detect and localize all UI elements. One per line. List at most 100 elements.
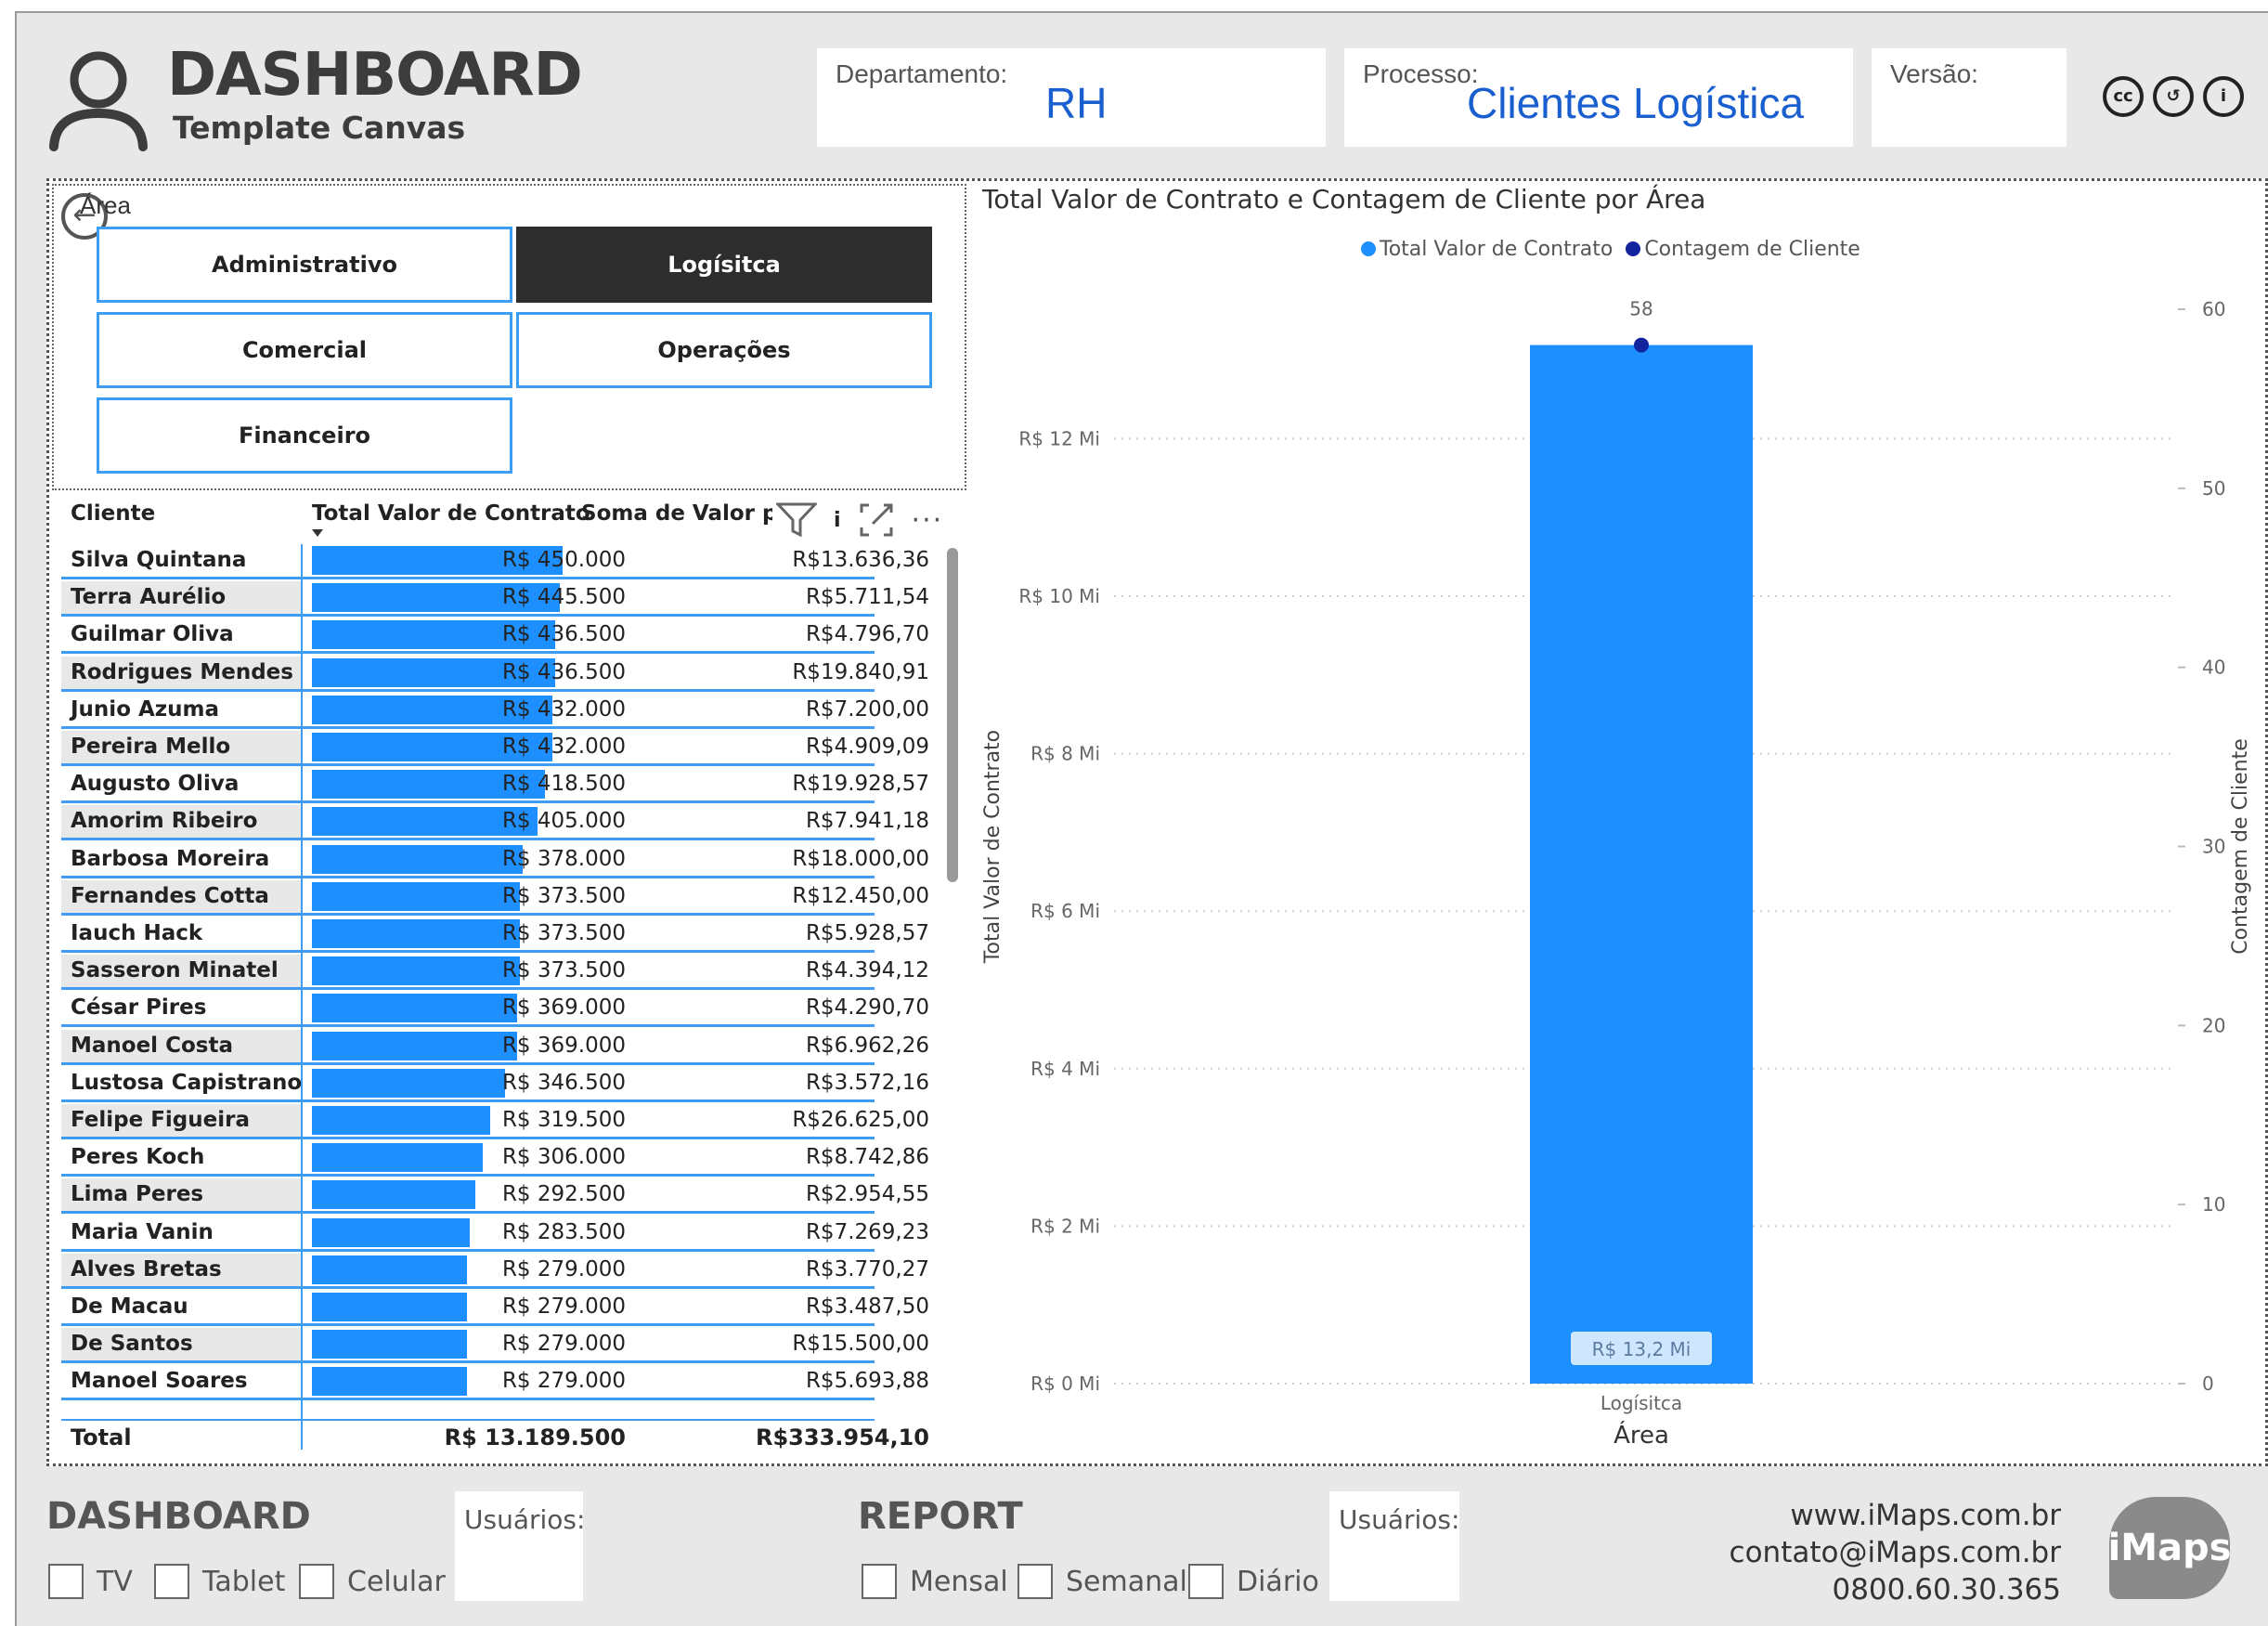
y2-tick-label: 10 [2202, 1193, 2225, 1216]
checkbox-tv[interactable]: TV [48, 1564, 133, 1599]
table-row[interactable]: Maria Vanin R$ 283.500 R$7.269,23 [61, 1216, 929, 1252]
table-row[interactable]: De Macau R$ 279.000 R$3.487,50 [61, 1291, 929, 1326]
table-row[interactable]: Manoel Soares R$ 279.000 R$5.693,88 [61, 1365, 929, 1401]
point-contagem [1634, 337, 1649, 353]
footer-dashboard-title: DASHBOARD [46, 1495, 311, 1538]
checkbox-box[interactable] [862, 1564, 897, 1599]
department-field[interactable]: Departamento: RH [817, 48, 1326, 147]
cell-cliente: Rodrigues Mendes [71, 659, 293, 684]
cell-valor: R$4.394,12 [805, 958, 929, 983]
cell-contrato: R$ 283.500 [501, 1219, 626, 1244]
table-row[interactable]: Rodrigues Mendes R$ 436.500 R$19.840,91 [61, 656, 929, 692]
y-tick-label: R$ 8 Mi [1030, 743, 1100, 765]
sort-desc-icon [312, 529, 323, 537]
y-axis-title: Total Valor de Contrato [981, 730, 1004, 964]
cell-contrato: R$ 292.500 [501, 1182, 626, 1207]
cell-valor: R$13.636,36 [792, 548, 929, 572]
table-row[interactable]: Guilmar Oliva R$ 436.500 R$4.796,70 [61, 618, 929, 655]
contact-info: www.iMaps.com.br contato@iMaps.com.br 08… [1727, 1497, 2061, 1608]
table-toolbar: i ··· [776, 501, 943, 539]
cell-valor: R$4.290,70 [805, 995, 929, 1021]
legend-item-contagem[interactable]: Contagem de Cliente [1626, 238, 1860, 261]
table-row[interactable]: Fernandes Cotta R$ 373.500 R$12.450,00 [61, 879, 929, 916]
cell-contrato: R$ 373.500 [501, 921, 626, 945]
cell-contrato: R$ 432.000 [501, 735, 626, 759]
department-label: Departamento: [836, 59, 1008, 88]
table-row[interactable]: Augusto Oliva R$ 418.500 R$19.928,57 [61, 768, 929, 804]
cell-contrato: R$ 369.000 [501, 1033, 626, 1058]
checkbox-semanal[interactable]: Semanal [1017, 1564, 1187, 1599]
cell-valor: R$26.625,00 [792, 1108, 929, 1132]
table-row[interactable]: Manoel Costa R$ 369.000 R$6.962,26 [61, 1029, 929, 1065]
cell-valor: R$3.770,27 [805, 1256, 929, 1281]
table-scrollbar[interactable] [947, 548, 958, 882]
table-row[interactable]: César Pires R$ 369.000 R$4.290,70 [61, 992, 929, 1028]
checkbox-tablet[interactable]: Tablet [154, 1564, 285, 1599]
cell-cliente: Augusto Oliva [71, 772, 240, 797]
cell-cliente: César Pires [71, 995, 207, 1021]
table-row[interactable]: Terra Aurélio R$ 445.500 R$5.711,54 [61, 581, 929, 618]
checkbox-diario[interactable]: Diário [1188, 1564, 1319, 1599]
cell-cliente: Peres Koch [71, 1145, 205, 1170]
filter-icon[interactable] [776, 501, 817, 539]
slicer-option-financeiro[interactable]: Financeiro [97, 397, 512, 474]
checkbox-celular[interactable]: Celular [299, 1564, 446, 1599]
cell-valor: R$5.693,88 [805, 1369, 929, 1394]
checkbox-box[interactable] [1017, 1564, 1053, 1599]
contact-phone: 0800.60.30.365 [1832, 1573, 2061, 1606]
total-contrato: R$ 13.189.500 [444, 1424, 626, 1450]
table-row[interactable]: Lustosa Capistrano R$ 346.500 R$3.572,16 [61, 1066, 929, 1102]
y-tick-label: R$ 4 Mi [1030, 1058, 1100, 1080]
legend-item-contrato[interactable]: Total Valor de Contrato [1361, 238, 1613, 261]
table-row[interactable]: Iauch Hack R$ 373.500 R$5.928,57 [61, 917, 929, 953]
chart-title: Total Valor de Contrato e Contagem de Cl… [982, 184, 1706, 215]
cell-cliente: Guilmar Oliva [71, 622, 234, 647]
checkbox-box[interactable] [299, 1564, 334, 1599]
table-row[interactable]: Amorim Ribeiro R$ 405.000 R$7.941,18 [61, 805, 929, 841]
cell-contrato: R$ 373.500 [501, 958, 626, 983]
more-options-icon[interactable]: ··· [912, 504, 944, 537]
table-row[interactable]: Junio Azuma R$ 432.000 R$7.200,00 [61, 693, 929, 729]
cell-cliente: Manoel Costa [71, 1033, 233, 1058]
checkbox-box[interactable] [1188, 1564, 1224, 1599]
focus-mode-icon[interactable] [858, 501, 895, 539]
slicer-option-operacoes[interactable]: Operações [516, 312, 932, 388]
table-row[interactable]: Felipe Figueira R$ 319.500 R$26.625,00 [61, 1104, 929, 1139]
table-row[interactable]: De Santos R$ 279.000 R$15.500,00 [61, 1328, 929, 1364]
slicer-option-logistica[interactable]: Logísitca [516, 227, 932, 303]
slicer-option-administrativo[interactable]: Administrativo [97, 227, 512, 303]
version-field[interactable]: Versão: [1872, 48, 2067, 147]
col-header-cliente[interactable]: Cliente [71, 501, 155, 526]
checkbox-box[interactable] [48, 1564, 84, 1599]
contact-email[interactable]: contato@iMaps.com.br [1727, 1534, 2061, 1571]
report-users-field[interactable]: Usuários: [1329, 1491, 1459, 1601]
slicer-title: Área [80, 191, 131, 219]
col-header-contrato[interactable]: Total Valor de Contrato [312, 501, 590, 526]
table-row[interactable]: Lima Peres R$ 292.500 R$2.954,55 [61, 1178, 929, 1215]
table-row[interactable]: Alves Bretas R$ 279.000 R$3.770,27 [61, 1253, 929, 1289]
point-data-label: 58 [1629, 298, 1652, 320]
table-row[interactable]: Sasseron Minatel R$ 373.500 R$4.394,12 [61, 955, 929, 991]
process-field[interactable]: Processo: Clientes Logística [1344, 48, 1853, 147]
contact-website[interactable]: www.iMaps.com.br [1727, 1497, 2061, 1534]
col-header-tail: i [834, 508, 841, 532]
table-row[interactable]: Silva Quintana R$ 450.000 R$13.636,36 [61, 544, 929, 579]
cell-contrato: R$ 279.000 [501, 1294, 626, 1319]
cell-valor: R$18.000,00 [792, 846, 929, 871]
checkbox-mensal[interactable]: Mensal [862, 1564, 1008, 1599]
cell-valor: R$7.941,18 [805, 809, 929, 834]
col-header-valor[interactable]: Soma de Valor pc [581, 501, 772, 526]
cell-cliente: Manoel Soares [71, 1369, 248, 1394]
cell-cliente: Fernandes Cotta [71, 883, 269, 908]
table-row[interactable]: Barbosa Moreira R$ 378.000 R$18.000,00 [61, 842, 929, 878]
cell-valor: R$4.796,70 [805, 622, 929, 647]
y2-axis-title: Contagem de Cliente [2229, 738, 2252, 955]
imaps-logo: iMaps [2108, 1497, 2231, 1599]
cell-contrato: R$ 378.000 [501, 846, 626, 871]
checkbox-box[interactable] [154, 1564, 189, 1599]
slicer-option-comercial[interactable]: Comercial [97, 312, 512, 388]
table-row[interactable]: Peres Koch R$ 306.000 R$8.742,86 [61, 1141, 929, 1177]
table-row[interactable]: Pereira Mello R$ 432.000 R$4.909,09 [61, 731, 929, 766]
cell-contrato: R$ 373.500 [501, 883, 626, 908]
dashboard-users-field[interactable]: Usuários: [455, 1491, 585, 1601]
